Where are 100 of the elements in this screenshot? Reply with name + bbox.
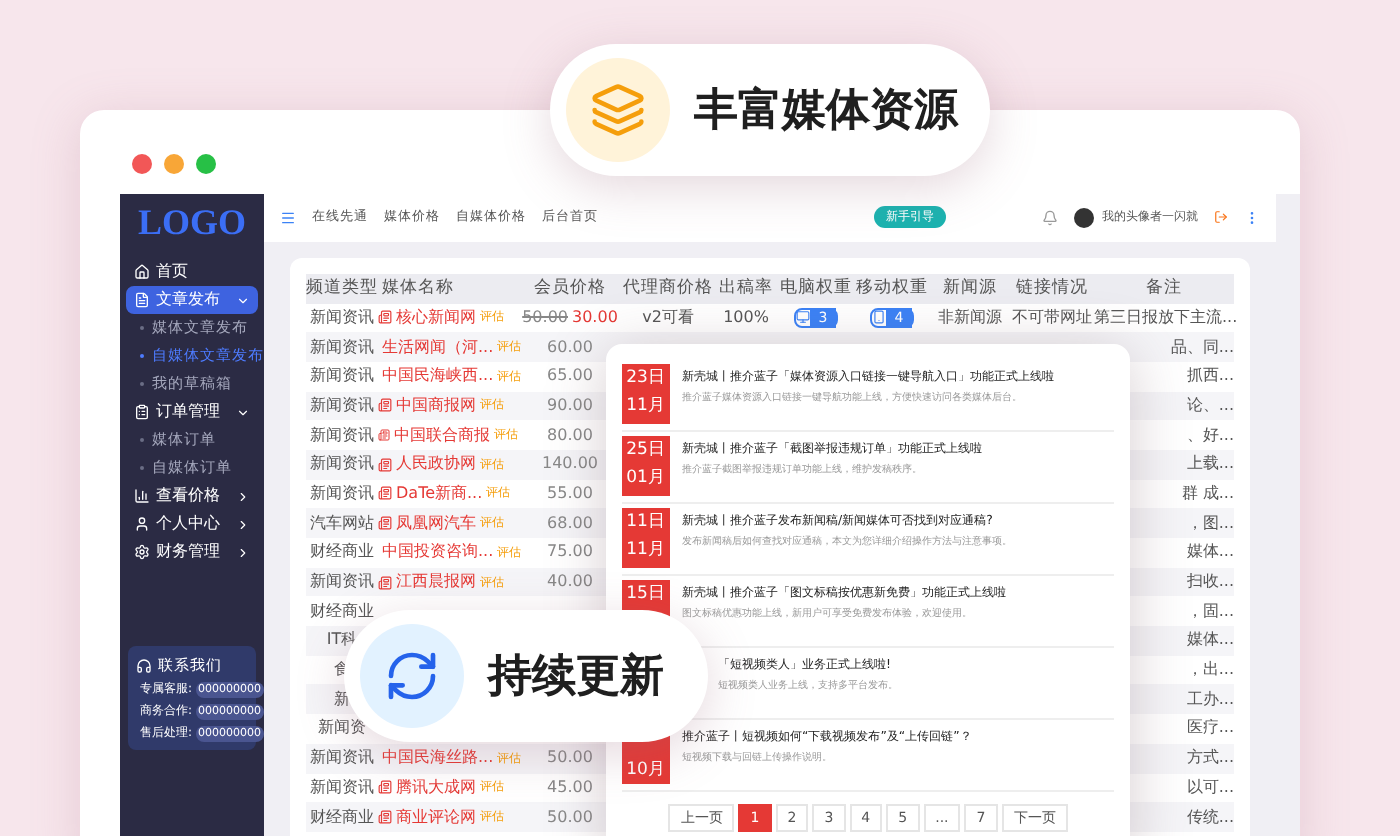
column-header: 链接情况 — [1014, 275, 1090, 301]
table-cell-text: 财经商业 — [308, 540, 376, 565]
member-price: 50.00 — [547, 748, 593, 767]
media-name-link[interactable]: 江西晨报网 — [396, 570, 476, 595]
table-cell: 不可带网址 — [1010, 305, 1094, 330]
column-header: 媒体名称 — [380, 275, 456, 301]
logout-icon[interactable] — [1214, 210, 1228, 225]
table-cell-text: 新闻资讯 — [308, 423, 376, 448]
table-cell: 第三日报放下主流... — [1094, 305, 1234, 330]
media-icon — [378, 516, 392, 531]
bell-icon[interactable] — [1042, 209, 1058, 226]
sidebar-item[interactable]: 个人中心 — [126, 510, 258, 538]
column-header: 移动权重 — [854, 275, 930, 301]
member-price: 50.00 — [522, 307, 568, 326]
table-cell-text: ，出... — [1184, 658, 1234, 683]
table-cell-text: 论、... — [1184, 393, 1234, 418]
member-price: 65.00 — [547, 366, 593, 385]
media-name-link[interactable]: 中国民海峡西... — [382, 364, 494, 389]
sidebar-item[interactable]: 查看价格 — [126, 482, 258, 510]
member-price: 80.00 — [547, 425, 593, 444]
media-name-link[interactable]: 商业评论网 — [396, 805, 476, 830]
member-price: 140.00 — [542, 454, 598, 473]
column-header: 出稿率 — [717, 275, 775, 301]
table-cell-text: 新闻资讯 — [308, 305, 376, 330]
table-cell-text: 医疗... — [1184, 716, 1234, 741]
member-price: 55.00 — [547, 483, 593, 502]
table-cell-text: 以可... — [1184, 775, 1234, 800]
table-cell-text: 新闻资 — [316, 716, 368, 741]
media-name-link[interactable]: 中国民海丝路... — [382, 746, 494, 771]
date-day: 11日 — [626, 508, 666, 536]
media-name-link[interactable]: 腾讯大成网 — [396, 775, 476, 800]
table-cell-text: 新闻资讯 — [308, 746, 376, 771]
layers-icon — [566, 58, 670, 162]
table-cell-text: 工办... — [1184, 687, 1234, 712]
media-icon — [378, 780, 392, 795]
table-cell-text: 传统... — [1184, 805, 1234, 830]
date-month: 11月 — [626, 394, 666, 420]
media-name-link[interactable]: 中国投资咨询... — [382, 540, 494, 565]
table-cell-text: 媒体... — [1184, 540, 1234, 565]
column-header: 会员价格 — [532, 275, 608, 301]
media-name-link[interactable]: 凤凰网汽车 — [396, 511, 476, 536]
table-cell-text: 新 — [332, 687, 352, 712]
media-icon — [378, 457, 392, 472]
member-price: 75.00 — [547, 542, 593, 561]
member-price: 68.00 — [547, 513, 593, 532]
table-cell-text: 非新闻源 — [936, 305, 1004, 330]
monitor-icon — [796, 310, 811, 325]
date-month: 01月 — [626, 466, 666, 492]
table-cell-text: 汽车网站 — [308, 511, 376, 536]
sale-price: 30.00 — [572, 307, 618, 326]
table-cell-text: 新闻资讯 — [308, 481, 376, 506]
media-name-link[interactable]: 中国联合商报 — [394, 423, 490, 448]
column-header: 电脑权重 — [778, 275, 854, 301]
column-header: 备注 — [1144, 275, 1184, 301]
table-cell-text: ，固... — [1184, 599, 1234, 624]
logo: LOGO — [135, 202, 248, 242]
avatar[interactable] — [1074, 207, 1094, 228]
sidebar-item[interactable]: 订单管理 — [126, 398, 258, 426]
media-name-link[interactable]: 核心新闻网 — [396, 305, 476, 330]
media-name-link[interactable]: 中国商报网 — [396, 393, 476, 418]
table-cell-text: 扫收... — [1184, 570, 1234, 595]
table-cell-text: 、好... — [1184, 423, 1234, 448]
table-cell-text: 上载... — [1184, 452, 1234, 477]
sidebar-item[interactable]: 财务管理 — [126, 538, 258, 566]
sidebar-item[interactable]: 首页 — [126, 258, 258, 286]
table-cell-text: 100% — [721, 305, 771, 330]
phone-icon — [872, 310, 887, 325]
badge-text: 丰富媒体资源 — [694, 83, 958, 139]
media-icon — [378, 810, 392, 825]
sidebar-item[interactable]: 文章发布 — [126, 286, 258, 314]
table-cell-text: 群 成... — [1179, 481, 1234, 506]
member-price: 40.00 — [547, 572, 593, 591]
date-day: 25日 — [626, 436, 666, 464]
table-cell-text: ，图... — [1184, 511, 1234, 536]
media-icon — [378, 428, 390, 443]
member-price: 60.00 — [547, 337, 593, 356]
table-cell-text: 品、同... — [1168, 335, 1234, 360]
media-name-link[interactable]: DaTe新商... — [396, 481, 483, 506]
media-icon — [378, 575, 392, 590]
media-icon — [378, 310, 392, 325]
column-header: 代理商价格 — [622, 275, 714, 301]
column-header: 频道类型 — [306, 275, 378, 301]
media-icon — [378, 486, 392, 501]
table-cell-text: 新闻资讯 — [308, 775, 376, 800]
table-cell-text: v2可看 — [640, 305, 696, 330]
table-cell-text: 抓西... — [1184, 364, 1234, 389]
table-cell-text: 方式... — [1184, 746, 1234, 771]
date-day: 23日 — [626, 364, 666, 392]
table-cell-text: 新闻资讯 — [308, 335, 376, 360]
media-name-link[interactable]: 生活网闻（河... — [382, 335, 494, 360]
date-month: 10月 — [626, 758, 666, 784]
date-day: 15日 — [626, 580, 666, 608]
media-name-link[interactable]: 人民政协网 — [396, 452, 476, 477]
table-cell-text: 财经商业 — [308, 805, 376, 830]
table-cell-text: 新闻资讯 — [308, 393, 376, 418]
member-price: 45.00 — [547, 777, 593, 796]
member-price: 50.00 — [547, 807, 593, 826]
member-price: 90.00 — [547, 395, 593, 414]
column-header: 新闻源 — [941, 275, 999, 301]
headset-icon — [136, 657, 152, 674]
